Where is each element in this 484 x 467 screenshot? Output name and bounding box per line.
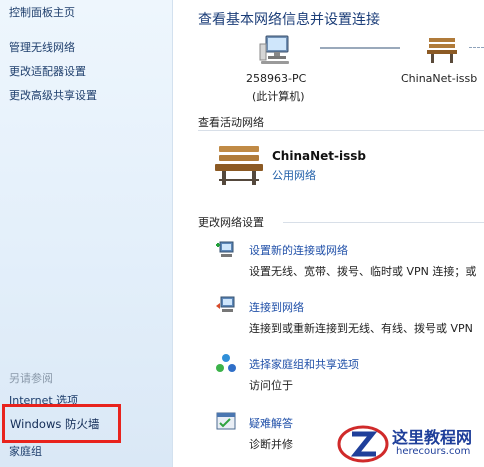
change-adapter-settings-link[interactable]: 更改适配器设置 <box>9 63 86 79</box>
watermark-logo-icon <box>337 425 389 463</box>
network-bench-icon <box>427 38 457 63</box>
see-also-heading: 另请参阅 <box>9 372 53 385</box>
navigation-pane: 控制面板主页 管理无线网络 更改适配器设置 更改高级共享设置 另请参阅 Inte… <box>0 0 173 467</box>
troubleshoot-desc: 诊断并修 <box>249 438 293 451</box>
firewall-highlight-box[interactable]: Windows 防火墙 <box>2 404 121 443</box>
change-advanced-sharing-link[interactable]: 更改高级共享设置 <box>9 87 97 103</box>
troubleshoot-icon <box>216 412 236 430</box>
connect-to-network-desc: 连接到或重新连接到无线、有线、拨号或 VPN <box>249 322 473 335</box>
new-connection-icon <box>216 241 234 257</box>
change-settings-heading: 更改网络设置 <box>198 216 264 229</box>
setup-connection-link[interactable]: 设置新的连接或网络 <box>249 242 348 258</box>
control-panel-home-link[interactable]: 控制面板主页 <box>9 4 75 20</box>
main-content: 查看基本网络信息并设置连接 258963-PC (此计算机) ChinaNet-… <box>173 0 484 467</box>
connect-network-icon <box>216 296 235 312</box>
connect-to-network-link[interactable]: 连接到网络 <box>249 299 304 315</box>
homegroup-options-link[interactable]: 选择家庭组和共享选项 <box>249 356 359 372</box>
active-network-bench-icon <box>215 146 263 185</box>
manage-wireless-networks-link[interactable]: 管理无线网络 <box>9 39 75 55</box>
troubleshoot-link[interactable]: 疑难解答 <box>249 415 293 431</box>
watermark-url: herecours.com <box>396 446 471 457</box>
active-network-name: ChinaNet-issb <box>272 149 366 163</box>
active-networks-rule <box>198 130 484 131</box>
homegroup-options-desc: 访问位于 <box>249 379 293 392</box>
change-settings-rule <box>283 222 484 223</box>
setup-connection-desc: 设置无线、宽带、拨号、临时或 VPN 连接；或 <box>249 265 477 278</box>
page-title: 查看基本网络信息并设置连接 <box>198 12 380 28</box>
connection-line <box>320 47 400 49</box>
internet-connection-line <box>469 47 484 48</box>
network-name-label: ChinaNet-issb <box>401 72 478 85</box>
active-networks-heading: 查看活动网络 <box>198 116 264 129</box>
computer-name-label: 258963-PC <box>246 72 307 85</box>
computer-icon <box>259 35 289 64</box>
homegroup-link[interactable]: 家庭组 <box>9 443 42 459</box>
windows-firewall-link[interactable]: Windows 防火墙 <box>10 416 100 432</box>
homegroup-sharing-icon <box>216 354 236 372</box>
watermark-title: 这里教程网 <box>392 428 473 447</box>
computer-note-label: (此计算机) <box>252 90 305 103</box>
network-type-link[interactable]: 公用网络 <box>272 167 316 183</box>
